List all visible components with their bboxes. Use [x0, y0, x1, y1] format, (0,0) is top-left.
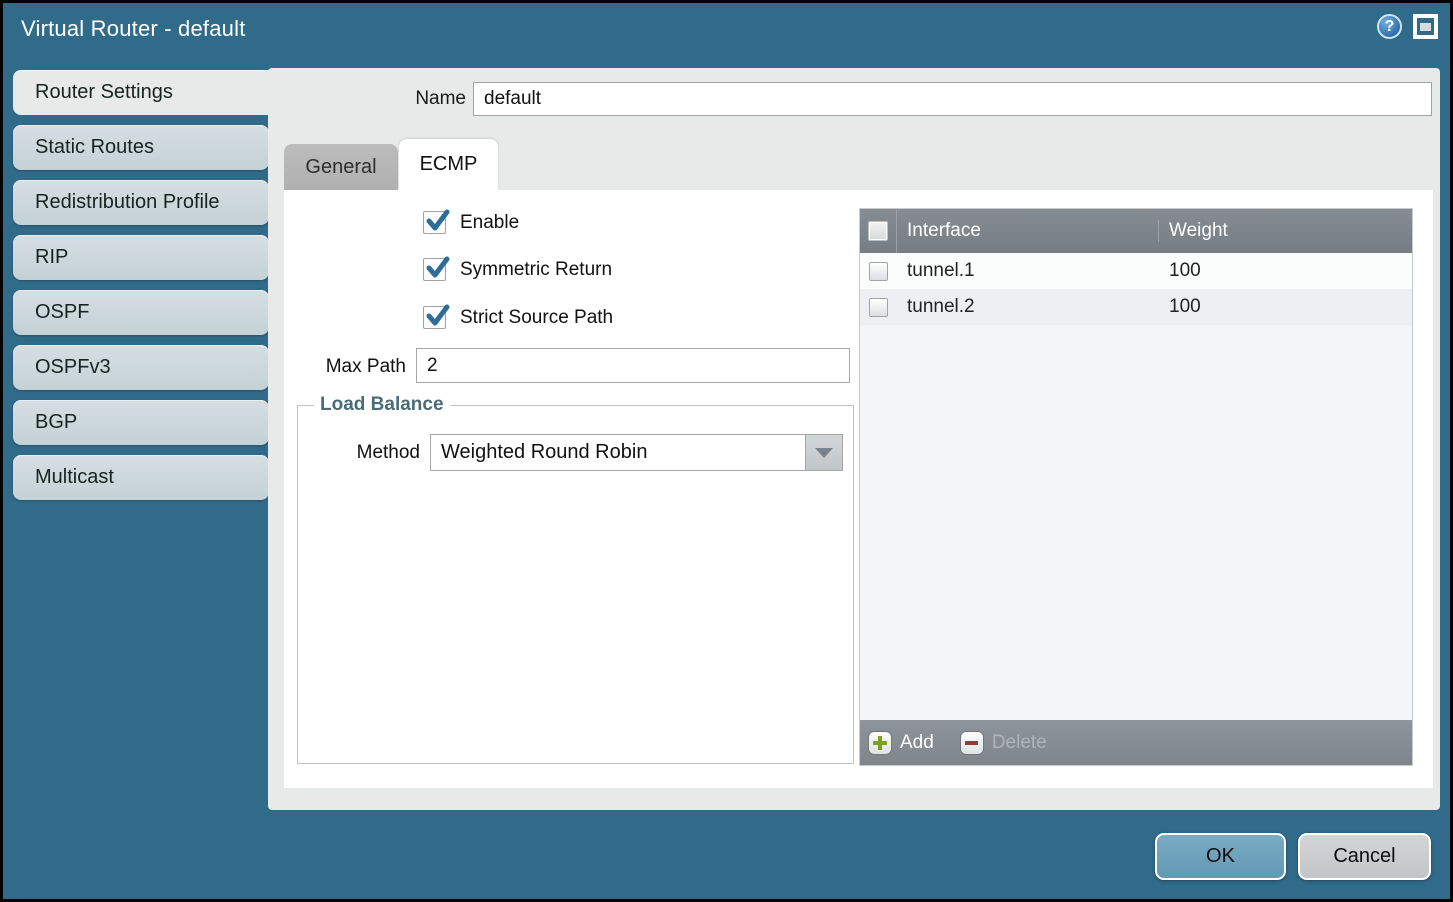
load-balance-fieldset: Load Balance Method Weighted Round Robin: [297, 405, 854, 764]
interface-cell: tunnel.1: [897, 260, 1159, 282]
max-path-label: Max Path: [284, 356, 406, 378]
delete-button[interactable]: Delete: [960, 731, 1047, 755]
sidebar-item-redistribution-profile[interactable]: Redistribution Profile: [13, 180, 269, 225]
select-all-cell: [860, 209, 897, 253]
delete-button-label: Delete: [992, 732, 1047, 754]
add-button-label: Add: [900, 732, 934, 754]
symmetric-return-checkbox-row: Symmetric Return: [423, 258, 612, 281]
tab-label: ECMP: [420, 153, 478, 176]
cancel-button[interactable]: Cancel: [1298, 833, 1431, 880]
symmetric-return-label: Symmetric Return: [460, 259, 612, 281]
sidebar-item-bgp[interactable]: BGP: [13, 400, 269, 445]
name-label: Name: [348, 88, 466, 110]
help-icon[interactable]: ?: [1377, 14, 1402, 39]
name-row: Name: [268, 82, 1440, 116]
table-header: Interface Weight: [860, 209, 1412, 253]
ecmp-tab-content: Enable Symmetric Return Strict Source Pa…: [284, 190, 1433, 788]
plus-icon: [868, 731, 892, 755]
sidebar-item-label: Router Settings: [35, 81, 173, 104]
table-row[interactable]: tunnel.1 100: [860, 253, 1412, 289]
chevron-down-icon: [815, 448, 833, 458]
help-glyph: ?: [1385, 18, 1395, 36]
sidebar-item-multicast[interactable]: Multicast: [13, 455, 269, 500]
sidebar-item-label: Multicast: [35, 466, 114, 489]
minus-icon: [960, 731, 984, 755]
sidebar-item-ospf[interactable]: OSPF: [13, 290, 269, 335]
enable-checkbox-row: Enable: [423, 211, 519, 234]
method-label: Method: [328, 442, 420, 464]
window-restore-glyph: [1420, 23, 1431, 31]
strict-source-path-checkbox[interactable]: [423, 306, 446, 329]
sidebar-item-rip[interactable]: RIP: [13, 235, 269, 280]
checkmark-icon: [425, 209, 451, 235]
method-dropdown[interactable]: Weighted Round Robin: [430, 434, 843, 471]
sidebar-item-label: BGP: [35, 411, 77, 434]
sidebar-item-label: Static Routes: [35, 136, 154, 159]
max-path-input[interactable]: [416, 348, 850, 383]
checkmark-icon: [425, 304, 451, 330]
sidebar-item-label: Redistribution Profile: [35, 191, 220, 214]
weight-column-header: Weight: [1159, 220, 1412, 242]
interface-cell: tunnel.2: [897, 296, 1159, 318]
row-checkbox-cell: [860, 253, 897, 289]
title-bar: Virtual Router - default ?: [3, 3, 1450, 59]
enable-checkbox[interactable]: [423, 211, 446, 234]
sidebar-item-label: OSPFv3: [35, 356, 111, 379]
add-button[interactable]: Add: [868, 731, 934, 755]
window-restore-icon[interactable]: [1413, 14, 1438, 39]
dialog-title: Virtual Router - default: [21, 16, 246, 42]
strict-source-path-label: Strict Source Path: [460, 307, 613, 329]
table-footer: Add Delete: [860, 720, 1412, 765]
sidebar-item-static-routes[interactable]: Static Routes: [13, 125, 269, 170]
weight-cell: 100: [1159, 296, 1412, 318]
strict-source-path-checkbox-row: Strict Source Path: [423, 306, 613, 329]
interface-column-header: Interface: [897, 220, 1159, 242]
sidebar-item-ospfv3[interactable]: OSPFv3: [13, 345, 269, 390]
sidebar-item-label: OSPF: [35, 301, 89, 324]
checkmark-icon: [425, 256, 451, 282]
row-checkbox[interactable]: [869, 298, 888, 317]
name-input[interactable]: [473, 82, 1432, 116]
tab-label: General: [305, 156, 376, 179]
main-panel: Name General ECMP Enable: [268, 68, 1440, 810]
ok-button[interactable]: OK: [1155, 833, 1286, 880]
method-dropdown-button[interactable]: [805, 435, 842, 470]
tab-general[interactable]: General: [284, 144, 398, 190]
sidebar: Router Settings Static Routes Redistribu…: [13, 70, 271, 510]
tab-ecmp[interactable]: ECMP: [399, 139, 498, 190]
row-checkbox-cell: [860, 289, 897, 325]
sidebar-item-label: RIP: [35, 246, 68, 269]
sidebar-item-router-settings[interactable]: Router Settings: [13, 70, 273, 115]
row-checkbox[interactable]: [869, 262, 888, 281]
cancel-button-label: Cancel: [1333, 845, 1395, 868]
enable-label: Enable: [460, 212, 519, 234]
select-all-checkbox[interactable]: [868, 221, 888, 241]
ok-button-label: OK: [1206, 845, 1235, 868]
method-selected-value: Weighted Round Robin: [441, 441, 647, 464]
table-row[interactable]: tunnel.2 100: [860, 289, 1412, 325]
virtual-router-dialog: Virtual Router - default ? Router Settin…: [0, 0, 1453, 902]
table-empty-area: [860, 325, 1412, 720]
symmetric-return-checkbox[interactable]: [423, 258, 446, 281]
load-balance-legend: Load Balance: [314, 394, 450, 416]
interface-table: Interface Weight tunnel.1 100 tunnel.2 1…: [859, 208, 1413, 766]
weight-cell: 100: [1159, 260, 1412, 282]
